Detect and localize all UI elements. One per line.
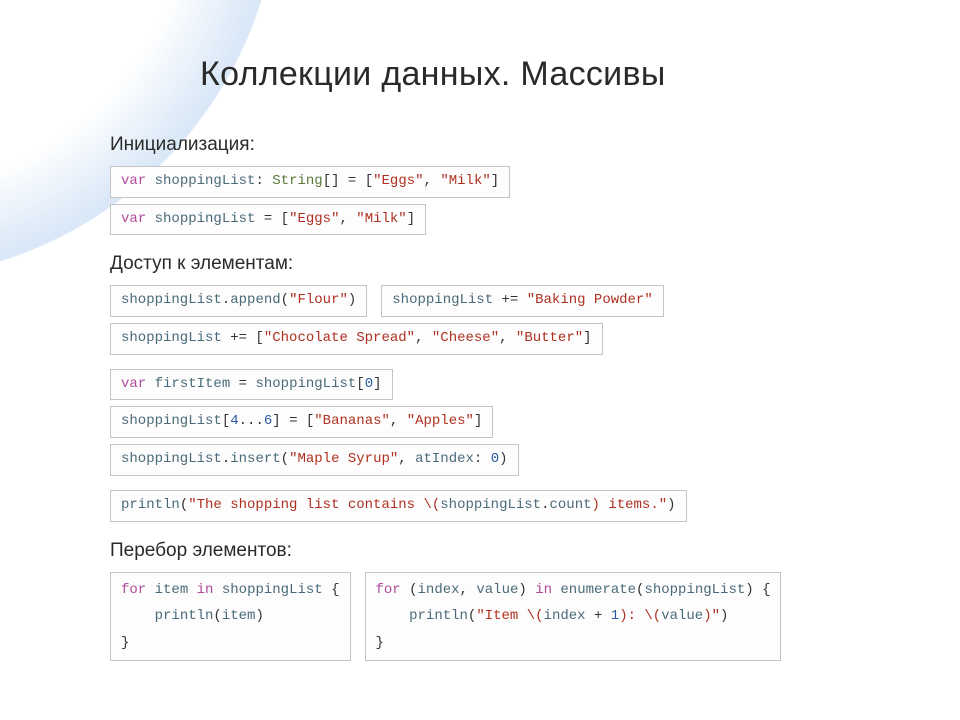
code-for-enumerate: for (index, value) in enumerate(shopping… bbox=[365, 572, 782, 662]
code-row: var firstItem = shoppingList[0] bbox=[110, 369, 870, 401]
section-access-label: Доступ к элементам: bbox=[110, 253, 870, 275]
code-row: shoppingList.insert("Maple Syrup", atInd… bbox=[110, 444, 870, 476]
code-row: println("The shopping list contains \(sh… bbox=[110, 490, 870, 522]
code-init-inferred: var shoppingList = ["Eggs", "Milk"] bbox=[110, 204, 426, 236]
section-init-label: Инициализация: bbox=[110, 134, 870, 156]
code-row: shoppingList.append("Flour") shoppingLis… bbox=[110, 285, 870, 317]
code-range-assign: shoppingList[4...6] = ["Bananas", "Apple… bbox=[110, 406, 493, 438]
code-row: var shoppingList: String[] = ["Eggs", "M… bbox=[110, 166, 870, 198]
code-for-simple: for item in shoppingList { println(item)… bbox=[110, 572, 351, 662]
code-row: shoppingList += ["Chocolate Spread", "Ch… bbox=[110, 323, 870, 355]
slide-content: Коллекции данных. Массивы Инициализация:… bbox=[0, 0, 960, 697]
code-println-count: println("The shopping list contains \(sh… bbox=[110, 490, 687, 522]
code-insert: shoppingList.insert("Maple Syrup", atInd… bbox=[110, 444, 519, 476]
section-loop-label: Перебор элементов: bbox=[110, 540, 870, 562]
code-pluseq-string: shoppingList += "Baking Powder" bbox=[381, 285, 663, 317]
slide-title: Коллекции данных. Массивы bbox=[200, 55, 870, 94]
code-first-item: var firstItem = shoppingList[0] bbox=[110, 369, 393, 401]
code-row: var shoppingList = ["Eggs", "Milk"] bbox=[110, 204, 870, 236]
code-row: shoppingList[4...6] = ["Bananas", "Apple… bbox=[110, 406, 870, 438]
code-append: shoppingList.append("Flour") bbox=[110, 285, 367, 317]
code-pluseq-array: shoppingList += ["Chocolate Spread", "Ch… bbox=[110, 323, 603, 355]
code-row: for item in shoppingList { println(item)… bbox=[110, 572, 870, 662]
code-init-typed: var shoppingList: String[] = ["Eggs", "M… bbox=[110, 166, 510, 198]
